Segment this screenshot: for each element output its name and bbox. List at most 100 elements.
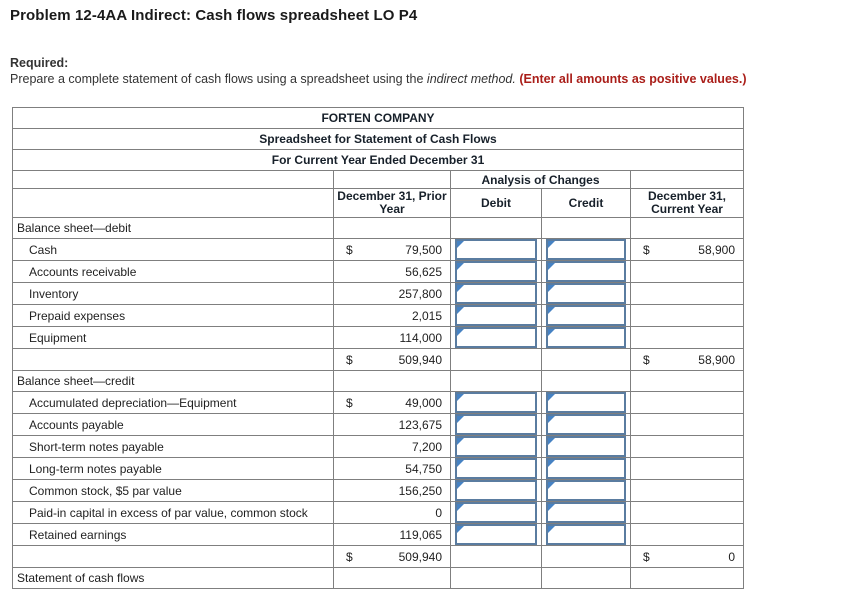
debit-input[interactable]	[457, 438, 535, 455]
credit-input[interactable]	[548, 307, 624, 324]
credit-input[interactable]	[548, 285, 624, 302]
credit-input-box	[546, 239, 626, 260]
period-title-row: For Current Year Ended December 31	[12, 149, 744, 171]
credit-input-box	[546, 261, 626, 282]
credit-input-box	[546, 283, 626, 304]
credit-input-box	[546, 327, 626, 348]
debit-input[interactable]	[457, 241, 535, 258]
credit-input[interactable]	[548, 416, 624, 433]
credit-input[interactable]	[548, 263, 624, 280]
account-row: Common stock, $5 par value 156,250	[12, 479, 744, 502]
amount-cell: 54,750	[333, 457, 451, 480]
amount-cell	[630, 501, 744, 524]
account-row: Inventory 257,800	[12, 282, 744, 305]
blank-header-cell	[630, 170, 744, 189]
row-label: Cash	[12, 238, 334, 261]
debit-input-cell	[450, 282, 542, 305]
debit-input[interactable]	[457, 416, 535, 433]
total-row: $509,940 $0	[12, 545, 744, 568]
debit-input-cell	[450, 217, 542, 239]
amount-cell: $0	[630, 545, 744, 568]
debit-input[interactable]	[457, 285, 535, 302]
col-header-current-year: December 31, Current Year	[630, 188, 744, 218]
debit-input[interactable]	[457, 329, 535, 346]
account-row: Prepaid expenses 2,015	[12, 304, 744, 327]
debit-input[interactable]	[457, 482, 535, 499]
credit-input-cell	[541, 304, 631, 327]
row-label: Equipment	[12, 326, 334, 349]
credit-input-cell	[541, 457, 631, 480]
account-row: Accounts payable 123,675	[12, 413, 744, 436]
credit-input-cell	[541, 348, 631, 371]
amount-cell	[630, 260, 744, 283]
account-row: Retained earnings 119,065	[12, 523, 744, 546]
row-label: Inventory	[12, 282, 334, 305]
section-row: Balance sheet—debit	[12, 217, 744, 239]
credit-input[interactable]	[548, 329, 624, 346]
credit-input-cell	[541, 567, 631, 589]
debit-input-box	[455, 502, 537, 523]
blank-header-cell	[12, 170, 334, 189]
credit-input-cell	[541, 523, 631, 546]
amount-cell	[630, 457, 744, 480]
credit-input-cell	[541, 501, 631, 524]
page-title: Problem 12-4AA Indirect: Cash flows spre…	[10, 7, 418, 24]
debit-input-cell	[450, 479, 542, 502]
credit-input-box	[546, 458, 626, 479]
blank-header-cell	[333, 170, 451, 189]
amount-cell: 119,065	[333, 523, 451, 546]
amount-cell	[630, 326, 744, 349]
credit-input[interactable]	[548, 504, 624, 521]
credit-input-box	[546, 414, 626, 435]
debit-input[interactable]	[457, 526, 535, 543]
dollar-sign: $	[346, 242, 353, 257]
row-label: Long-term notes payable	[12, 457, 334, 480]
debit-input[interactable]	[457, 504, 535, 521]
required-label: Required:	[10, 56, 69, 70]
debit-input-box	[455, 436, 537, 457]
credit-input[interactable]	[548, 482, 624, 499]
credit-input[interactable]	[548, 460, 624, 477]
amount-cell	[630, 370, 744, 392]
debit-input-box	[455, 283, 537, 304]
amount-cell: 114,000	[333, 326, 451, 349]
credit-input[interactable]	[548, 394, 624, 411]
row-label: Prepaid expenses	[12, 304, 334, 327]
instructions-emphasis-text: (Enter all amounts as positive values.)	[515, 72, 747, 86]
account-row: Long-term notes payable 54,750	[12, 457, 744, 480]
account-row: Short-term notes payable 7,200	[12, 435, 744, 458]
debit-input-box	[455, 524, 537, 545]
row-label: Accounts payable	[12, 413, 334, 436]
debit-input[interactable]	[457, 263, 535, 280]
account-row: Equipment 114,000	[12, 326, 744, 349]
credit-input[interactable]	[548, 526, 624, 543]
debit-input[interactable]	[457, 307, 535, 324]
credit-input-cell	[541, 217, 631, 239]
amount-cell	[333, 217, 451, 239]
credit-input[interactable]	[548, 241, 624, 258]
debit-input[interactable]	[457, 460, 535, 477]
amount-cell: 56,625	[333, 260, 451, 283]
amount-value: 509,940	[398, 352, 442, 367]
amount-cell: 0	[333, 501, 451, 524]
credit-input-box	[546, 305, 626, 326]
debit-input-cell	[450, 238, 542, 261]
credit-input[interactable]	[548, 438, 624, 455]
page: Problem 12-4AA Indirect: Cash flows spre…	[0, 0, 848, 589]
amount-cell	[630, 413, 744, 436]
cash-flows-spreadsheet: FORTEN COMPANY Spreadsheet for Statement…	[12, 107, 744, 589]
dollar-sign: $	[643, 549, 650, 564]
amount-value: 7,200	[411, 439, 442, 454]
credit-input-cell	[541, 282, 631, 305]
debit-input[interactable]	[457, 394, 535, 411]
credit-input-box	[546, 502, 626, 523]
row-label	[12, 545, 334, 568]
amount-value: 123,675	[398, 417, 442, 432]
amount-cell	[630, 435, 744, 458]
col-header-debit: Debit	[450, 188, 542, 218]
credit-input-cell	[541, 326, 631, 349]
credit-input-cell	[541, 413, 631, 436]
amount-cell	[333, 370, 451, 392]
row-label: Balance sheet—credit	[12, 370, 334, 392]
credit-input-cell	[541, 435, 631, 458]
